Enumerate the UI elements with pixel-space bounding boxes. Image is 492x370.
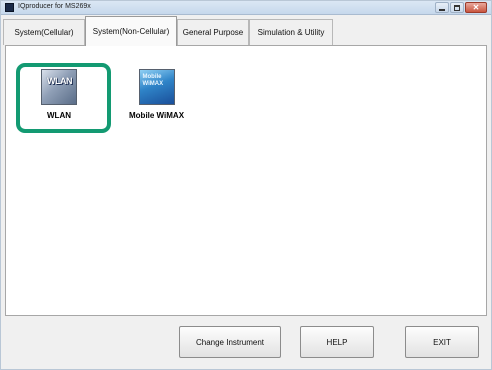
window-controls: ✕	[435, 2, 487, 13]
maximize-icon	[454, 4, 460, 11]
tab-system-non-cellular[interactable]: System(Non-Cellular)	[85, 16, 177, 46]
wimax-icon-text-2: WiMAX	[142, 81, 164, 87]
app-window: IQproducer for MS269x ✕ System(Cellular)…	[0, 0, 492, 370]
close-icon: ✕	[472, 2, 480, 12]
help-button[interactable]: HELP	[300, 326, 374, 358]
exit-button[interactable]: EXIT	[405, 326, 479, 358]
tab-simulation-utility[interactable]: Simulation & Utility	[249, 19, 333, 45]
minimize-button[interactable]	[435, 2, 449, 13]
wimax-icon[interactable]: Mobile WiMAX	[138, 69, 175, 105]
window-title: IQproducer for MS269x	[18, 3, 91, 10]
button-bar: Change Instrument HELP EXIT	[5, 320, 487, 364]
tab-bar: System(Cellular) System(Non-Cellular) Ge…	[1, 16, 491, 46]
change-instrument-button[interactable]: Change Instrument	[179, 326, 281, 358]
selection-highlight	[16, 63, 111, 133]
app-label-mobile-wimax: Mobile WiMAX	[129, 111, 185, 120]
close-button[interactable]: ✕	[465, 2, 487, 13]
minimize-icon	[439, 8, 445, 11]
tab-general-purpose[interactable]: General Purpose	[177, 19, 249, 45]
tab-system-cellular[interactable]: System(Cellular)	[3, 19, 85, 45]
app-logo-icon	[5, 3, 14, 12]
app-tile-mobile-wimax[interactable]: Mobile WiMAX Mobile WiMAX	[129, 69, 184, 120]
title-bar: IQproducer for MS269x ✕	[1, 1, 491, 15]
maximize-button[interactable]	[450, 2, 464, 13]
wimax-icon-text: Mobile	[142, 74, 162, 80]
